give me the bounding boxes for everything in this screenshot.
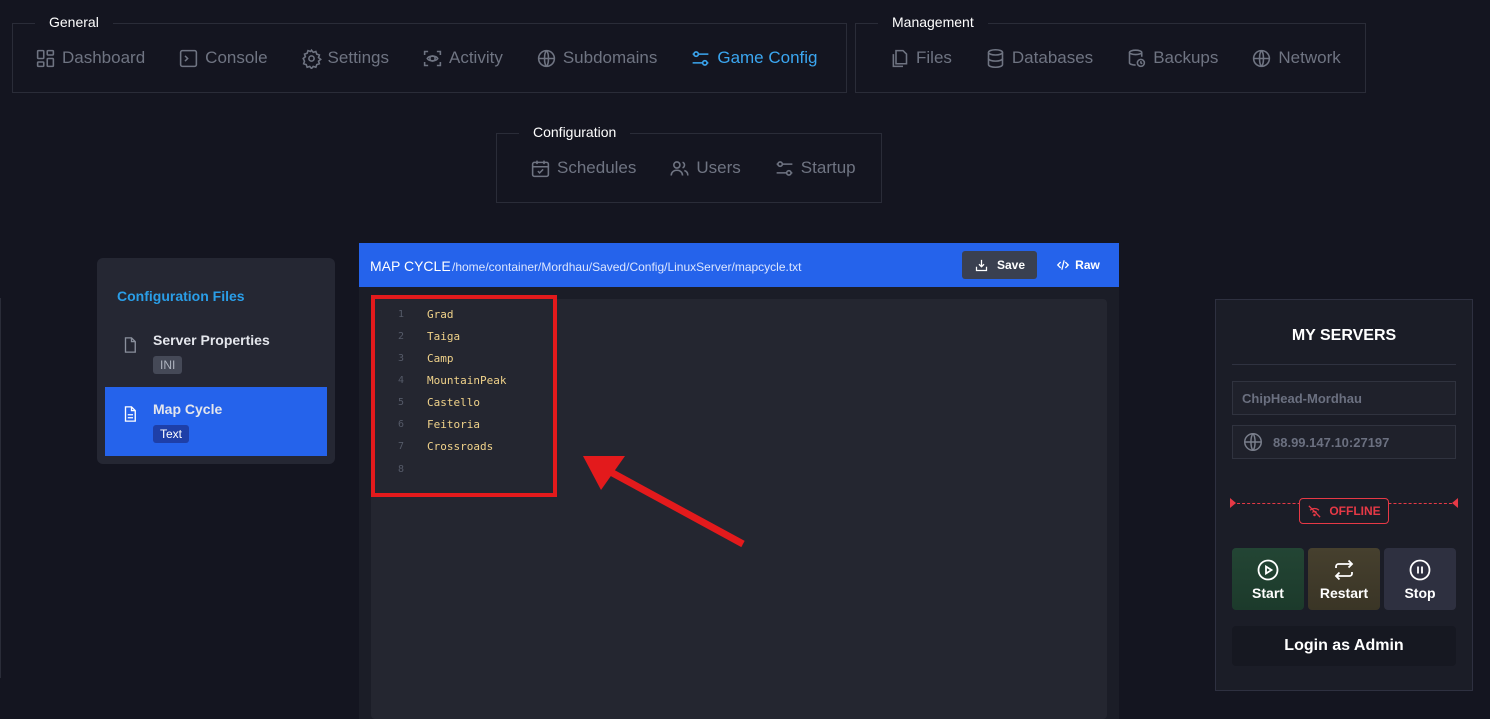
nav-group-title: Management	[878, 10, 988, 34]
raw-button[interactable]: Raw	[1049, 251, 1107, 279]
nav-subdomains[interactable]: Subdomains	[536, 48, 658, 69]
nav-network[interactable]: Network	[1251, 48, 1341, 69]
start-label: Start	[1252, 584, 1284, 601]
login-label: Login as Admin	[1284, 637, 1404, 654]
files-icon	[892, 49, 908, 67]
config-files-sidebar: Configuration Files Server Properties IN…	[97, 258, 335, 464]
sliders-icon	[692, 50, 709, 66]
editor-header: MAP CYCLE /home/container/Mordhau/Saved/…	[359, 243, 1119, 287]
nav-files[interactable]: Files	[889, 48, 952, 69]
file-path: /home/container/Mordhau/Saved/Config/Lin…	[452, 260, 802, 274]
status-badge: OFFLINE	[1299, 498, 1389, 524]
nav-group-title: Configuration	[519, 120, 631, 144]
nav-group-management: Management Files Databases Backups Netwo…	[855, 10, 1366, 93]
left-edge-divider	[0, 298, 1, 678]
my-servers-panel: MY SERVERS ChipHead-Mordhau 88.99.147.10…	[1215, 299, 1473, 691]
status-text: OFFLINE	[1329, 504, 1381, 518]
divider	[1232, 364, 1456, 365]
nav-console[interactable]: Console	[178, 48, 268, 69]
sidebar-title: Configuration Files	[117, 288, 245, 304]
globe-icon	[537, 49, 555, 67]
server-address: 88.99.147.10:27197	[1273, 434, 1390, 450]
editor-title: MAP CYCLE	[370, 258, 451, 274]
file-name: Server Properties	[153, 332, 270, 348]
stop-button[interactable]: Stop	[1384, 548, 1456, 610]
file-type-badge: Text	[153, 425, 190, 443]
nav-label: Users	[696, 158, 741, 177]
activity-icon	[423, 50, 442, 66]
calendar-icon	[531, 160, 550, 177]
login-as-admin-button[interactable]: Login as Admin	[1232, 626, 1456, 666]
servers-title: MY SERVERS	[1291, 327, 1397, 344]
globe-icon	[1253, 49, 1271, 67]
nav-startup[interactable]: Startup	[774, 158, 856, 179]
file-name: Map Cycle	[153, 401, 223, 417]
wifi-off-icon	[1308, 504, 1321, 518]
nav-group-general: General Dashboard Console Settings Activ…	[12, 10, 847, 93]
file-icon	[124, 337, 136, 353]
save-icon	[975, 259, 988, 271]
annotation-arrow	[583, 456, 745, 548]
file-item-server-properties[interactable]: Server Properties INI	[105, 318, 327, 387]
save-button[interactable]: Save	[962, 251, 1037, 279]
nav-settings[interactable]: Settings	[301, 48, 389, 69]
restart-button[interactable]: Restart	[1308, 548, 1380, 610]
users-icon	[670, 160, 689, 176]
nav-label: Startup	[800, 158, 856, 177]
pause-icon	[1409, 559, 1431, 580]
save-label: Save	[996, 258, 1026, 272]
file-text-icon	[124, 406, 136, 422]
nav-label: Schedules	[557, 158, 637, 177]
code-icon	[1056, 260, 1070, 270]
gear-icon	[301, 48, 322, 69]
nav-activity[interactable]: Activity	[422, 48, 503, 69]
status-marker-left	[1230, 498, 1236, 508]
backup-icon	[1128, 48, 1146, 67]
globe-icon	[1244, 433, 1262, 451]
nav-group-configuration: Configuration Schedules Users Startup	[496, 120, 882, 203]
start-button[interactable]: Start	[1232, 548, 1304, 610]
sliders-icon	[776, 160, 793, 176]
nav-label: Console	[205, 48, 268, 67]
database-icon	[987, 48, 1004, 68]
terminal-icon	[180, 49, 198, 67]
status-marker-right	[1452, 498, 1458, 508]
restart-label: Restart	[1319, 584, 1369, 601]
play-icon	[1257, 559, 1279, 580]
server-name-field: ChipHead-Mordhau	[1232, 381, 1456, 415]
nav-game-config[interactable]: Game Config	[690, 48, 818, 69]
server-name: ChipHead-Mordhau	[1242, 390, 1362, 406]
nav-label: Network	[1278, 48, 1341, 67]
nav-label: Databases	[1011, 48, 1094, 67]
nav-label: Backups	[1153, 48, 1219, 67]
file-item-map-cycle[interactable]: Map Cycle Text	[105, 387, 327, 456]
nav-databases[interactable]: Databases	[985, 48, 1093, 69]
restart-icon	[1334, 559, 1354, 580]
annotation-highlight-box	[371, 295, 557, 497]
raw-label: Raw	[1075, 258, 1100, 272]
nav-dashboard[interactable]: Dashboard	[35, 48, 145, 69]
nav-label: Settings	[327, 48, 389, 67]
nav-label: Game Config	[717, 48, 818, 67]
server-address-field: 88.99.147.10:27197	[1232, 425, 1456, 459]
nav-users[interactable]: Users	[669, 158, 741, 179]
stop-label: Stop	[1404, 584, 1436, 601]
file-type-badge: INI	[153, 356, 183, 374]
dashboard-icon	[36, 49, 55, 67]
nav-label: Activity	[448, 48, 503, 67]
nav-label: Files	[916, 48, 952, 67]
nav-label: Subdomains	[562, 48, 658, 67]
nav-group-title: General	[35, 10, 113, 34]
nav-schedules[interactable]: Schedules	[530, 158, 636, 179]
nav-label: Dashboard	[62, 48, 146, 67]
nav-backups[interactable]: Backups	[1126, 48, 1218, 69]
